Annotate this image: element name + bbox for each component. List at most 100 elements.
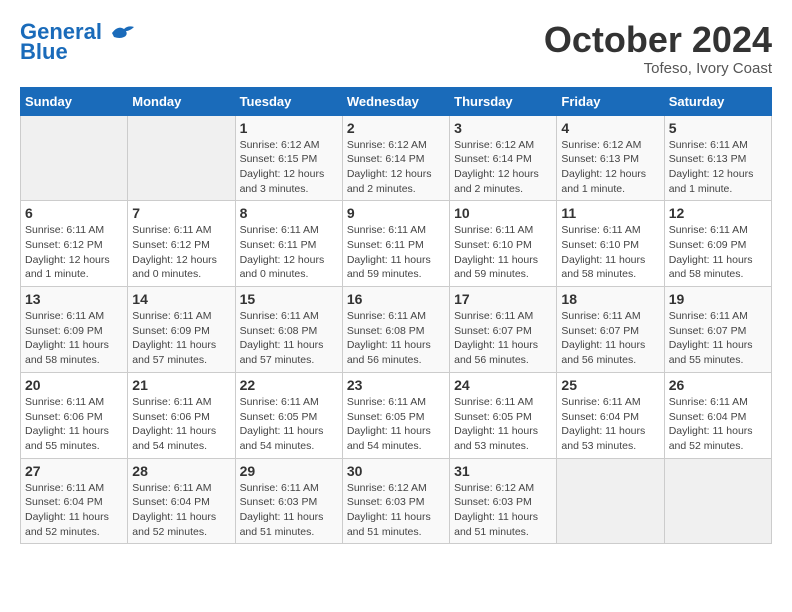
- day-info: Sunrise: 6:11 AM Sunset: 6:09 PM Dayligh…: [25, 309, 123, 368]
- day-number: 16: [347, 291, 445, 307]
- day-info: Sunrise: 6:11 AM Sunset: 6:10 PM Dayligh…: [454, 223, 552, 282]
- weekday-header-sunday: Sunday: [21, 87, 128, 115]
- calendar-cell: 24 Sunrise: 6:11 AM Sunset: 6:05 PM Dayli…: [450, 372, 557, 458]
- calendar-cell: 14 Sunrise: 6:11 AM Sunset: 6:09 PM Dayli…: [128, 287, 235, 373]
- day-info: Sunrise: 6:11 AM Sunset: 6:13 PM Dayligh…: [669, 138, 767, 197]
- weekday-header-tuesday: Tuesday: [235, 87, 342, 115]
- day-info: Sunrise: 6:11 AM Sunset: 6:05 PM Dayligh…: [240, 395, 338, 454]
- day-number: 31: [454, 463, 552, 479]
- day-info: Sunrise: 6:12 AM Sunset: 6:13 PM Dayligh…: [561, 138, 659, 197]
- calendar-cell: 4Sunrise: 6:12 AM Sunset: 6:13 PM Daylig…: [557, 115, 664, 201]
- day-number: 30: [347, 463, 445, 479]
- logo: General Blue: [20, 20, 136, 64]
- day-number: 6: [25, 205, 123, 221]
- calendar-cell: 15 Sunrise: 6:11 AM Sunset: 6:08 PM Dayli…: [235, 287, 342, 373]
- day-number: 25: [561, 377, 659, 393]
- day-info: Sunrise: 6:12 AM Sunset: 6:03 PM Dayligh…: [454, 481, 552, 540]
- day-info: Sunrise: 6:12 AM Sunset: 6:03 PM Dayligh…: [347, 481, 445, 540]
- day-info: Sunrise: 6:11 AM Sunset: 6:05 PM Dayligh…: [347, 395, 445, 454]
- day-info: Sunrise: 6:11 AM Sunset: 6:09 PM Dayligh…: [669, 223, 767, 282]
- day-number: 18: [561, 291, 659, 307]
- calendar-week-5: 27Sunrise: 6:11 AM Sunset: 6:04 PM Dayli…: [21, 458, 772, 544]
- calendar-week-4: 20 Sunrise: 6:11 AM Sunset: 6:06 PM Dayli…: [21, 372, 772, 458]
- calendar-cell: 1Sunrise: 6:12 AM Sunset: 6:15 PM Daylig…: [235, 115, 342, 201]
- calendar-header: SundayMondayTuesdayWednesdayThursdayFrid…: [21, 87, 772, 115]
- day-info: Sunrise: 6:11 AM Sunset: 6:04 PM Dayligh…: [669, 395, 767, 454]
- logo-bird-icon: [110, 23, 136, 43]
- calendar-cell: 29 Sunrise: 6:11 AM Sunset: 6:03 PM Dayli…: [235, 458, 342, 544]
- calendar-cell: 21 Sunrise: 6:11 AM Sunset: 6:06 PM Dayli…: [128, 372, 235, 458]
- weekday-header-friday: Friday: [557, 87, 664, 115]
- day-number: 7: [132, 205, 230, 221]
- calendar-cell: 27Sunrise: 6:11 AM Sunset: 6:04 PM Dayli…: [21, 458, 128, 544]
- day-info: Sunrise: 6:11 AM Sunset: 6:03 PM Dayligh…: [240, 481, 338, 540]
- calendar-cell: 28 Sunrise: 6:11 AM Sunset: 6:04 PM Dayli…: [128, 458, 235, 544]
- day-number: 13: [25, 291, 123, 307]
- month-title: October 2024: [544, 20, 772, 60]
- calendar-cell: 31 Sunrise: 6:12 AM Sunset: 6:03 PM Dayli…: [450, 458, 557, 544]
- day-number: 21: [132, 377, 230, 393]
- day-number: 15: [240, 291, 338, 307]
- weekday-header-monday: Monday: [128, 87, 235, 115]
- day-number: 8: [240, 205, 338, 221]
- day-number: 12: [669, 205, 767, 221]
- calendar-table: SundayMondayTuesdayWednesdayThursdayFrid…: [20, 87, 772, 545]
- day-info: Sunrise: 6:11 AM Sunset: 6:08 PM Dayligh…: [240, 309, 338, 368]
- day-number: 3: [454, 120, 552, 136]
- calendar-cell: 3 Sunrise: 6:12 AM Sunset: 6:14 PM Daylig…: [450, 115, 557, 201]
- day-info: Sunrise: 6:11 AM Sunset: 6:07 PM Dayligh…: [454, 309, 552, 368]
- day-number: 29: [240, 463, 338, 479]
- calendar-cell: 8Sunrise: 6:11 AM Sunset: 6:11 PM Daylig…: [235, 201, 342, 287]
- calendar-cell: [664, 458, 771, 544]
- calendar-cell: 16Sunrise: 6:11 AM Sunset: 6:08 PM Dayli…: [342, 287, 449, 373]
- calendar-cell: [128, 115, 235, 201]
- day-info: Sunrise: 6:12 AM Sunset: 6:14 PM Dayligh…: [347, 138, 445, 197]
- day-number: 22: [240, 377, 338, 393]
- day-info: Sunrise: 6:11 AM Sunset: 6:07 PM Dayligh…: [561, 309, 659, 368]
- calendar-cell: [557, 458, 664, 544]
- calendar-cell: 18 Sunrise: 6:11 AM Sunset: 6:07 PM Dayli…: [557, 287, 664, 373]
- calendar-cell: 26Sunrise: 6:11 AM Sunset: 6:04 PM Dayli…: [664, 372, 771, 458]
- location-subtitle: Tofeso, Ivory Coast: [544, 60, 772, 77]
- calendar-cell: 23 Sunrise: 6:11 AM Sunset: 6:05 PM Dayli…: [342, 372, 449, 458]
- day-number: 5: [669, 120, 767, 136]
- calendar-cell: 17Sunrise: 6:11 AM Sunset: 6:07 PM Dayli…: [450, 287, 557, 373]
- page-header: General Blue October 2024 Tofeso, Ivory …: [20, 20, 772, 77]
- calendar-week-1: 1Sunrise: 6:12 AM Sunset: 6:15 PM Daylig…: [21, 115, 772, 201]
- day-number: 24: [454, 377, 552, 393]
- calendar-week-2: 6Sunrise: 6:11 AM Sunset: 6:12 PM Daylig…: [21, 201, 772, 287]
- day-number: 23: [347, 377, 445, 393]
- weekday-header-row: SundayMondayTuesdayWednesdayThursdayFrid…: [21, 87, 772, 115]
- day-number: 9: [347, 205, 445, 221]
- calendar-cell: 13 Sunrise: 6:11 AM Sunset: 6:09 PM Dayli…: [21, 287, 128, 373]
- calendar-cell: 12 Sunrise: 6:11 AM Sunset: 6:09 PM Dayli…: [664, 201, 771, 287]
- day-number: 1: [240, 120, 338, 136]
- day-info: Sunrise: 6:11 AM Sunset: 6:04 PM Dayligh…: [25, 481, 123, 540]
- day-info: Sunrise: 6:11 AM Sunset: 6:10 PM Dayligh…: [561, 223, 659, 282]
- day-number: 28: [132, 463, 230, 479]
- calendar-cell: 25Sunrise: 6:11 AM Sunset: 6:04 PM Dayli…: [557, 372, 664, 458]
- weekday-header-saturday: Saturday: [664, 87, 771, 115]
- calendar-cell: 2Sunrise: 6:12 AM Sunset: 6:14 PM Daylig…: [342, 115, 449, 201]
- day-info: Sunrise: 6:12 AM Sunset: 6:14 PM Dayligh…: [454, 138, 552, 197]
- day-info: Sunrise: 6:11 AM Sunset: 6:05 PM Dayligh…: [454, 395, 552, 454]
- day-info: Sunrise: 6:11 AM Sunset: 6:11 PM Dayligh…: [347, 223, 445, 282]
- day-number: 20: [25, 377, 123, 393]
- day-info: Sunrise: 6:11 AM Sunset: 6:04 PM Dayligh…: [132, 481, 230, 540]
- calendar-cell: 6Sunrise: 6:11 AM Sunset: 6:12 PM Daylig…: [21, 201, 128, 287]
- weekday-header-wednesday: Wednesday: [342, 87, 449, 115]
- weekday-header-thursday: Thursday: [450, 87, 557, 115]
- calendar-cell: 30 Sunrise: 6:12 AM Sunset: 6:03 PM Dayli…: [342, 458, 449, 544]
- day-number: 10: [454, 205, 552, 221]
- day-info: Sunrise: 6:11 AM Sunset: 6:06 PM Dayligh…: [132, 395, 230, 454]
- day-number: 14: [132, 291, 230, 307]
- day-info: Sunrise: 6:11 AM Sunset: 6:09 PM Dayligh…: [132, 309, 230, 368]
- day-number: 19: [669, 291, 767, 307]
- calendar-cell: 20Sunrise: 6:11 AM Sunset: 6:06 PM Dayli…: [21, 372, 128, 458]
- calendar-cell: 7Sunrise: 6:11 AM Sunset: 6:12 PM Daylig…: [128, 201, 235, 287]
- day-number: 11: [561, 205, 659, 221]
- calendar-cell: [21, 115, 128, 201]
- calendar-cell: 19Sunrise: 6:11 AM Sunset: 6:07 PM Dayli…: [664, 287, 771, 373]
- calendar-cell: 11 Sunrise: 6:11 AM Sunset: 6:10 PM Dayli…: [557, 201, 664, 287]
- calendar-cell: 22 Sunrise: 6:11 AM Sunset: 6:05 PM Dayli…: [235, 372, 342, 458]
